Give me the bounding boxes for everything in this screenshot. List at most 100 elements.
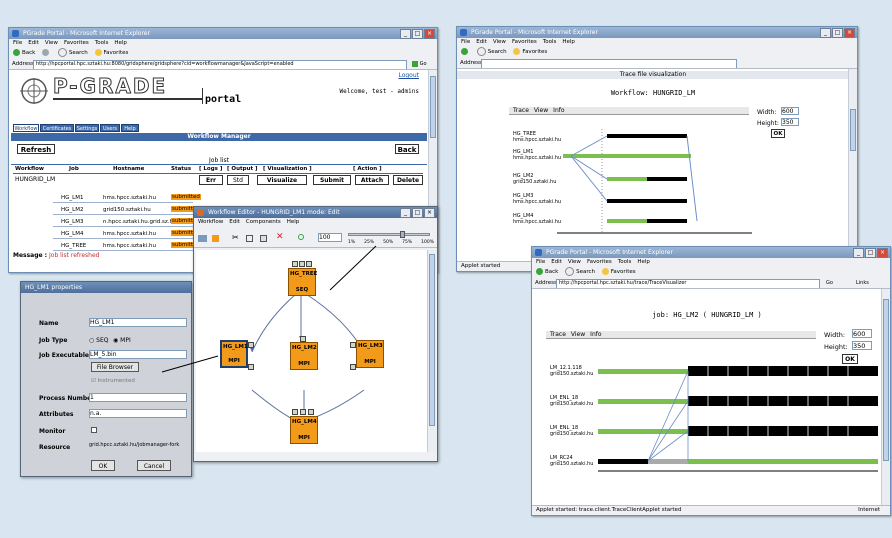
- menu-favorites[interactable]: Favorites: [64, 40, 89, 46]
- trace-scrollbar[interactable]: [848, 69, 857, 262]
- favorites-button[interactable]: Favorites: [94, 48, 128, 59]
- scroll-thumb[interactable]: [883, 299, 889, 461]
- table-row[interactable]: HG_LM2 grid150.sztaki.hu submitted: [53, 206, 201, 215]
- canvas-scrollbar[interactable]: [427, 250, 436, 452]
- tab-workflow[interactable]: Workflow: [13, 124, 39, 132]
- tab-settings[interactable]: Settings: [75, 124, 99, 132]
- search-button[interactable]: Search: [476, 47, 507, 58]
- menu-edit[interactable]: Edit: [229, 219, 240, 225]
- maximize-button[interactable]: □: [832, 28, 843, 38]
- menu-info[interactable]: Info: [553, 107, 564, 114]
- menu-help[interactable]: Help: [114, 40, 127, 46]
- scroll-thumb[interactable]: [430, 76, 436, 138]
- menu-edit[interactable]: Edit: [476, 39, 487, 45]
- menu-edit[interactable]: Edit: [28, 40, 39, 46]
- workflow-node-hg-lm2[interactable]: HG_LM2 MPI: [290, 342, 318, 370]
- workflow-node-hg-lm1[interactable]: HG_LM1 MPI: [220, 340, 248, 368]
- menu-workflow[interactable]: Workflow: [198, 219, 223, 225]
- favorites-button[interactable]: Favorites: [513, 47, 547, 58]
- output-port[interactable]: [248, 364, 254, 370]
- zoom-slider-thumb[interactable]: [400, 231, 405, 238]
- close-button[interactable]: ×: [877, 248, 888, 258]
- close-button[interactable]: ×: [424, 29, 435, 39]
- workflow-node-hg-tree[interactable]: HG_TREE SEQ: [288, 268, 317, 296]
- back-button[interactable]: Back: [536, 267, 558, 278]
- input-port[interactable]: [308, 409, 314, 415]
- menu-tools[interactable]: Tools: [543, 39, 557, 45]
- instrumented-checkbox[interactable]: ☑ Instrumented: [91, 378, 135, 384]
- workflow-node-hg-lm4[interactable]: HG_LM4 MPI: [290, 416, 318, 444]
- menu-info[interactable]: Info: [590, 331, 601, 338]
- input-port[interactable]: [300, 336, 306, 342]
- zoom-slider[interactable]: [348, 233, 430, 236]
- close-button[interactable]: ×: [424, 208, 435, 218]
- forward-button[interactable]: [42, 48, 51, 59]
- copy-icon[interactable]: [246, 235, 253, 242]
- address-input[interactable]: [481, 59, 737, 68]
- height-input[interactable]: 350: [781, 118, 799, 126]
- go-button[interactable]: Go: [412, 60, 434, 68]
- output-port[interactable]: [350, 364, 356, 370]
- scroll-thumb[interactable]: [850, 109, 856, 151]
- graph-icon[interactable]: [198, 235, 207, 242]
- menu-favorites[interactable]: Favorites: [587, 259, 612, 265]
- menu-edit[interactable]: Edit: [551, 259, 562, 265]
- exec-field[interactable]: LM_5.bin: [89, 350, 187, 359]
- logout-link[interactable]: Logout: [398, 72, 419, 79]
- ok-button[interactable]: OK: [771, 129, 785, 138]
- menu-help[interactable]: Help: [562, 39, 575, 45]
- table-row[interactable]: HG_LM3 n.hpcc.sztaki.hu.grid.sz.hu submi…: [53, 218, 201, 227]
- workflow-node-hg-lm3[interactable]: HG_LM3 MPI: [356, 340, 384, 368]
- menu-file[interactable]: File: [13, 40, 22, 46]
- go-button[interactable]: Go: [826, 279, 848, 287]
- menu-file[interactable]: File: [461, 39, 470, 45]
- back-button[interactable]: [461, 47, 470, 58]
- output-port[interactable]: [299, 261, 305, 267]
- refresh-button[interactable]: Refresh: [17, 144, 55, 154]
- name-field[interactable]: HG_LM1: [89, 318, 187, 327]
- paste-icon[interactable]: [260, 235, 267, 242]
- resource-field[interactable]: grid.hpcc.sztaki.hu/jobmanager-fork: [89, 442, 191, 451]
- minimize-button[interactable]: _: [400, 29, 411, 39]
- close-button[interactable]: ×: [844, 28, 855, 38]
- menu-tools[interactable]: Tools: [95, 40, 109, 46]
- minimize-button[interactable]: _: [400, 208, 411, 218]
- monitor-checkbox[interactable]: [91, 427, 97, 433]
- input-port[interactable]: [350, 342, 356, 348]
- maximize-button[interactable]: □: [412, 29, 423, 39]
- maximize-button[interactable]: □: [865, 248, 876, 258]
- links-button[interactable]: Links: [856, 279, 878, 287]
- job-icon[interactable]: [212, 235, 219, 242]
- delete-icon[interactable]: ✕: [276, 232, 284, 242]
- search-button[interactable]: Search: [565, 267, 595, 278]
- err-button[interactable]: Err: [199, 175, 223, 185]
- back-page-button[interactable]: Back: [395, 144, 419, 154]
- menu-trace[interactable]: Trace: [513, 107, 529, 114]
- minimize-button[interactable]: _: [820, 28, 831, 38]
- address-input[interactable]: http://hpcportal.hpc.sztaki.hu/trace/Tra…: [556, 279, 820, 288]
- attrs-field[interactable]: n.a.: [89, 409, 187, 418]
- menu-trace[interactable]: Trace: [550, 331, 566, 338]
- menu-view[interactable]: View: [45, 40, 58, 46]
- menu-help[interactable]: Help: [287, 219, 300, 225]
- address-input[interactable]: http://hpcportal.hpc.sztaki.hu:8080/grid…: [33, 60, 407, 69]
- input-port[interactable]: [248, 342, 254, 348]
- menu-view[interactable]: View: [534, 107, 548, 114]
- menu-view[interactable]: View: [493, 39, 506, 45]
- job-trace-scrollbar[interactable]: [881, 289, 890, 506]
- output-port[interactable]: [292, 261, 298, 267]
- zoom-icon[interactable]: [298, 234, 304, 240]
- back-button[interactable]: Back: [13, 48, 35, 59]
- visualize-button[interactable]: Visualize: [257, 175, 307, 185]
- menu-help[interactable]: Help: [637, 259, 650, 265]
- favorites-button[interactable]: Favorites: [601, 267, 636, 278]
- ok-button[interactable]: OK: [91, 460, 115, 471]
- maximize-button[interactable]: □: [412, 208, 423, 218]
- output-port[interactable]: [306, 261, 312, 267]
- attach-button[interactable]: Attach: [355, 175, 389, 185]
- jobtype-radio-seq[interactable]: ○ SEQ: [89, 337, 108, 344]
- menu-view[interactable]: View: [568, 259, 581, 265]
- menu-components[interactable]: Components: [246, 219, 281, 225]
- scroll-thumb[interactable]: [429, 254, 435, 426]
- menu-file[interactable]: File: [536, 259, 545, 265]
